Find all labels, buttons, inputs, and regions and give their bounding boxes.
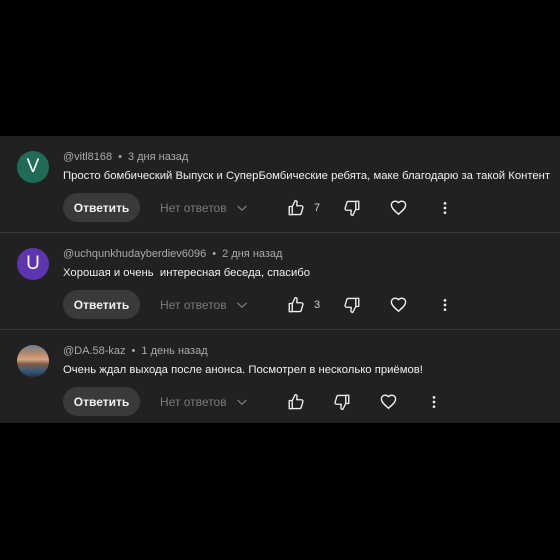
comments-panel: V @vitl8168 • 3 дня назад Просто бомбическ…: [0, 136, 560, 423]
replies-toggle[interactable]: Нет ответов: [160, 387, 249, 416]
more-vert-icon: [432, 395, 436, 408]
comment-text: Хорошая и очень интересная беседа, спаси…: [63, 267, 311, 279]
like-count: 7: [314, 201, 321, 214]
avatar[interactable]: U: [17, 248, 49, 280]
comment-time: 2 дня назад: [222, 248, 283, 260]
comment-text: Просто бомбический Выпуск и СуперБомбиче…: [63, 170, 551, 182]
comment-actions: Ответить Нет ответов 3: [63, 290, 483, 320]
like-button[interactable]: [287, 389, 305, 414]
replies-label: Нет ответов: [160, 297, 227, 312]
thumb-up-icon: [288, 393, 304, 409]
heart-button[interactable]: [389, 195, 408, 220]
comment-meta: @vitl8168 • 3 дня назад: [63, 151, 188, 163]
thumb-up-icon: [288, 296, 304, 312]
separator-dot: •: [212, 248, 217, 260]
chevron-down-icon: [236, 302, 247, 308]
like-button[interactable]: 7: [287, 195, 320, 220]
heart-icon: [390, 200, 407, 216]
avatar-letter: U: [26, 253, 40, 274]
like-count: 3: [314, 298, 321, 311]
reply-button[interactable]: Ответить: [63, 290, 140, 319]
dislike-button[interactable]: [343, 292, 361, 317]
dislike-button[interactable]: [333, 389, 351, 414]
avatar-letter: V: [26, 156, 40, 177]
thumb-down-icon: [344, 297, 360, 313]
thumb-up-icon: [288, 199, 304, 215]
heart-icon: [390, 297, 407, 313]
replies-label: Нет ответов: [160, 200, 227, 215]
replies-toggle[interactable]: Нет ответов: [160, 193, 249, 222]
thumb-down-icon: [344, 200, 360, 216]
author-name[interactable]: @vitl8168: [63, 151, 112, 163]
comment-item: U @uchqunkhudayberdiev6096 • 2 дня назад Х…: [0, 233, 560, 329]
reply-button[interactable]: Ответить: [63, 387, 140, 416]
comment-time: 1 день назад: [141, 345, 208, 357]
comment-time: 3 дня назад: [127, 151, 189, 163]
comment-actions: Ответить Нет ответов: [63, 387, 483, 417]
chevron-down-icon: [236, 399, 247, 405]
author-name[interactable]: @uchqunkhudayberdiev6096: [63, 248, 206, 260]
chevron-down-icon: [236, 205, 247, 211]
separator-dot: •: [118, 151, 122, 163]
more-vert-icon: [443, 298, 447, 311]
comment-meta: @DA.58-kaz • 1 день назад: [63, 345, 208, 357]
more-vert-icon: [443, 201, 447, 214]
thumb-down-icon: [334, 394, 350, 410]
comment-item: V @vitl8168 • 3 дня назад Просто бомбическ…: [0, 136, 560, 232]
comment-meta: @uchqunkhudayberdiev6096 • 2 дня назад: [63, 248, 282, 260]
comment-item: @DA.58-kaz • 1 день назад Очень ждал выход…: [0, 330, 560, 423]
avatar[interactable]: V: [17, 151, 49, 183]
heart-icon: [380, 394, 397, 410]
more-options-button[interactable]: [426, 389, 442, 414]
comment-text: Очень ждал выхода после анонса. Посмотре…: [63, 364, 423, 376]
more-options-button[interactable]: [437, 292, 453, 317]
comment-actions: Ответить Нет ответов 7: [63, 193, 483, 223]
like-button[interactable]: 3: [287, 292, 320, 317]
heart-button[interactable]: [379, 389, 398, 414]
replies-toggle[interactable]: Нет ответов: [160, 290, 249, 319]
reply-button[interactable]: Ответить: [63, 193, 140, 222]
heart-button[interactable]: [389, 292, 408, 317]
replies-label: Нет ответов: [160, 394, 227, 409]
author-name[interactable]: @DA.58-kaz: [63, 345, 126, 357]
separator-dot: •: [131, 345, 136, 357]
avatar[interactable]: [17, 345, 49, 377]
more-options-button[interactable]: [437, 195, 453, 220]
dislike-button[interactable]: [343, 195, 361, 220]
